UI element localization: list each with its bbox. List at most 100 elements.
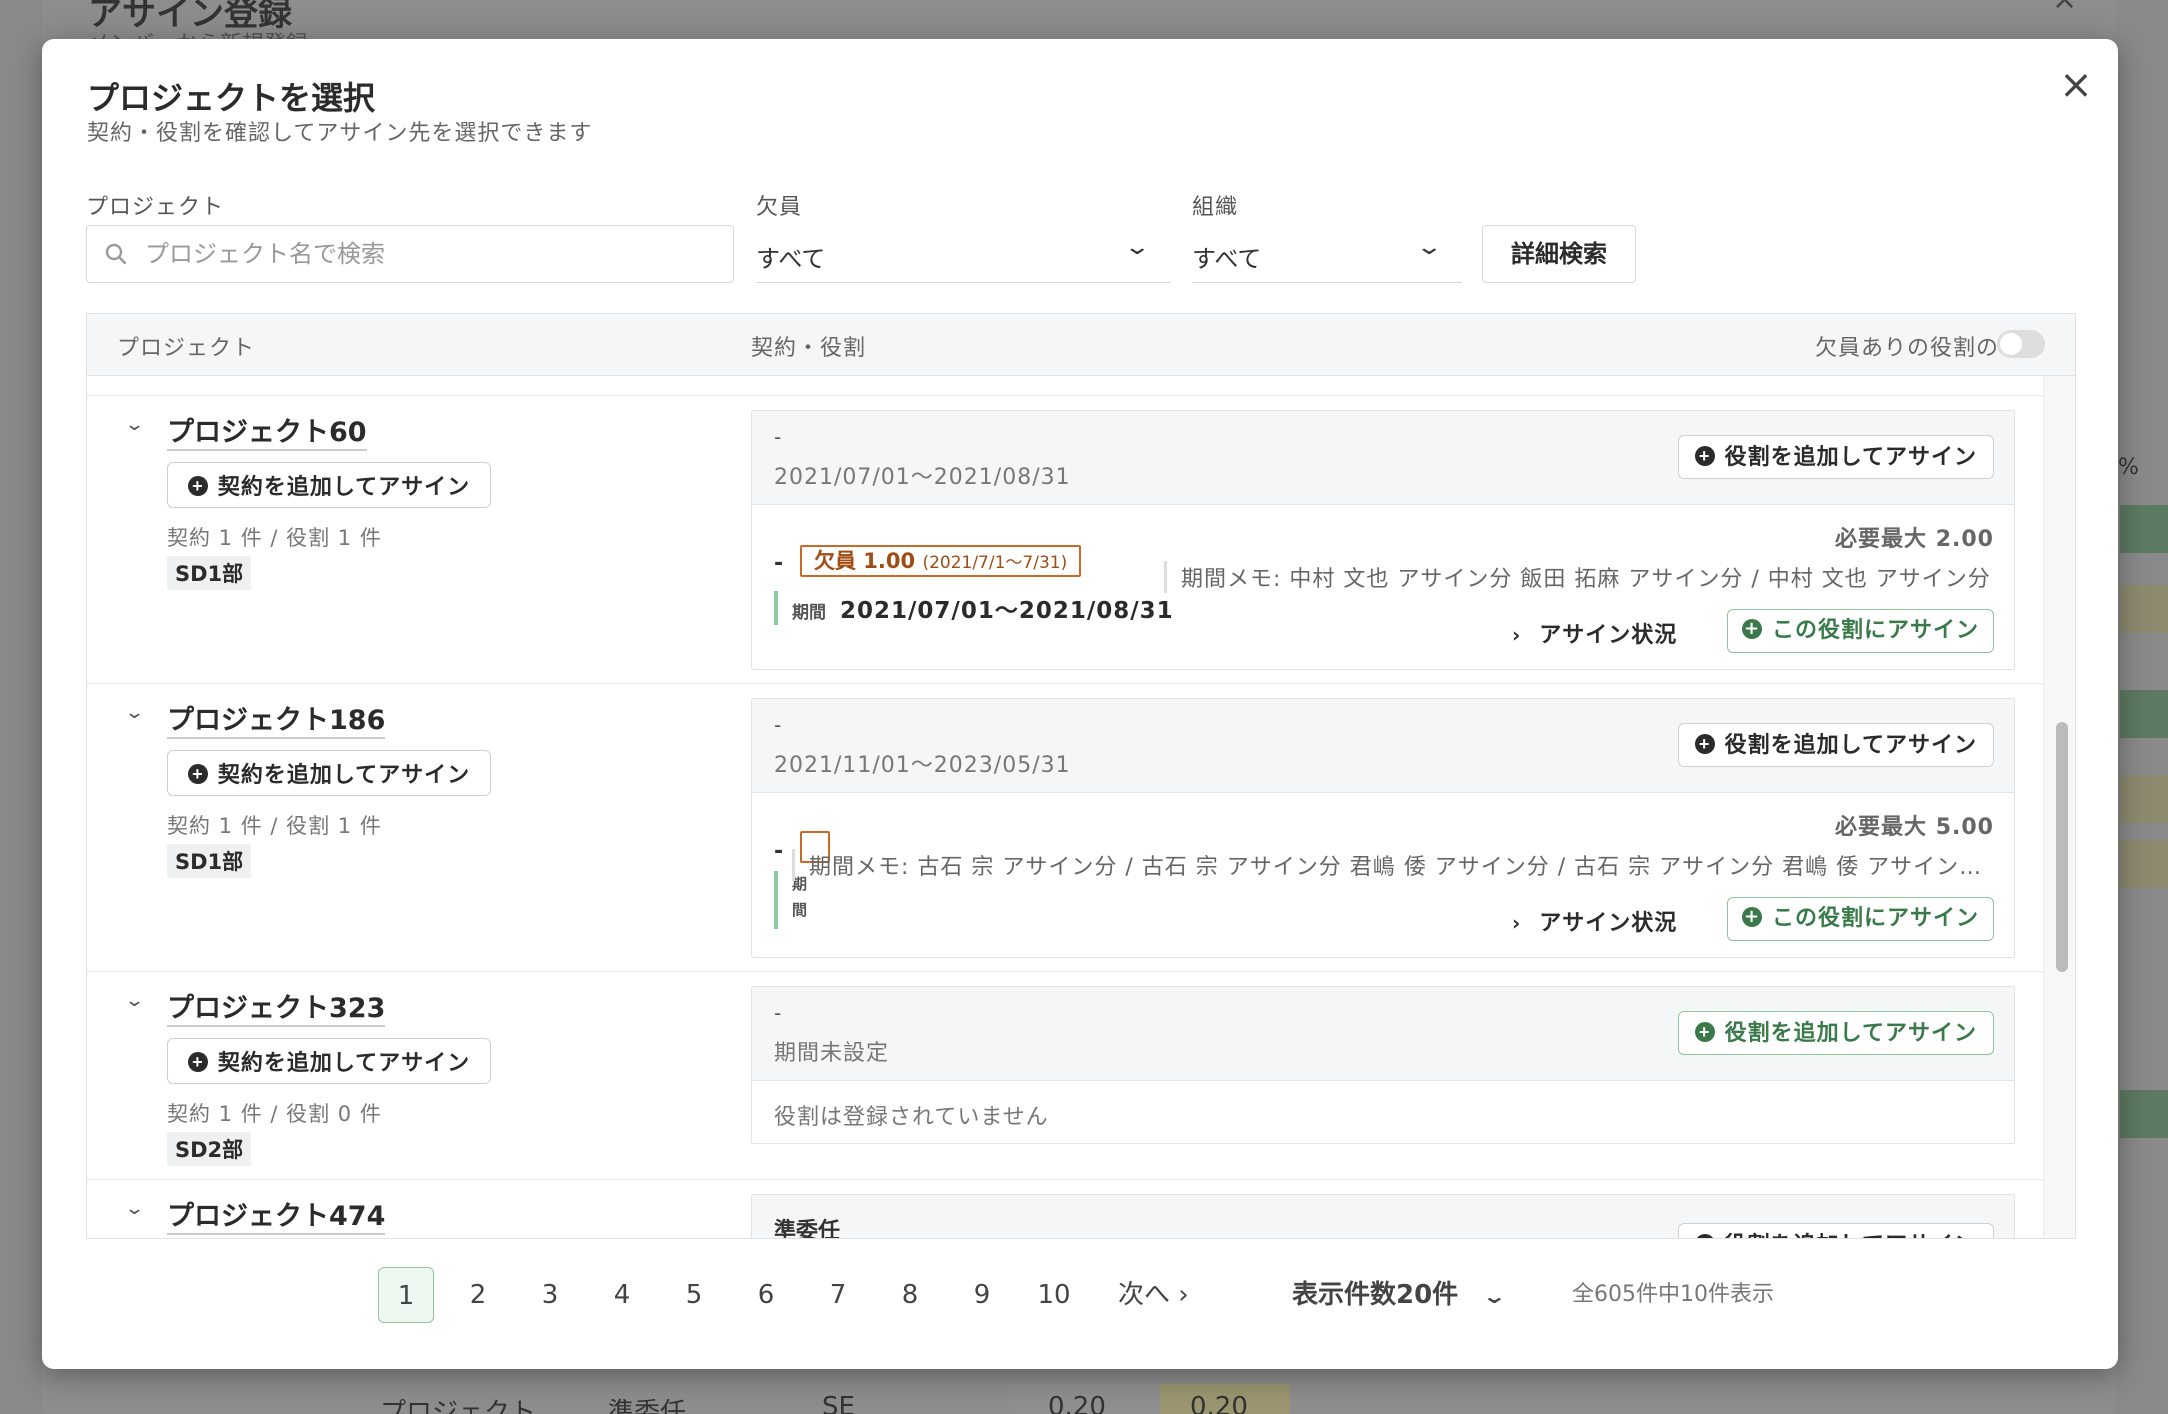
page-button-6[interactable]: 6 — [738, 1267, 794, 1323]
shortage-value: 欠員 1.00 — [814, 549, 916, 573]
org-select-value: すべて — [1192, 245, 1262, 273]
modal-title: プロジェクトを選択 — [87, 79, 376, 117]
contract-period: 2021/07/01〜2021/08/31 — [774, 465, 1071, 490]
page-button-1[interactable]: 1 — [378, 1267, 434, 1323]
background-row-type: SE — [822, 1392, 855, 1414]
project-name-link[interactable]: プロジェクト186 — [167, 698, 386, 739]
scrollbar[interactable] — [2043, 376, 2075, 1238]
total-count: 全605件中10件表示 — [1572, 1282, 1774, 1307]
project-table: プロジェクト 契約・役割 欠員ありの役割のみ ⌄ プロジェクト60 + 契約を追加… — [86, 313, 2076, 1239]
project-name-link[interactable]: プロジェクト474 — [167, 1194, 386, 1235]
contract-title: - — [774, 1001, 782, 1025]
background-row-band — [2120, 690, 2168, 738]
shortage-badge: 欠員 1.00 (2021/7/1〜7/31) — [800, 545, 1082, 577]
org-badge: SD1部 — [167, 556, 252, 590]
chevron-right-icon: › — [1512, 623, 1522, 647]
add-role-label: 役割を追加してアサイン — [1725, 1232, 1977, 1238]
plus-circle-icon: + — [187, 1052, 208, 1073]
contract-card-header: - 2021/07/01〜2021/08/31 + 役割を追加してアサイン — [752, 411, 2014, 505]
background-row-band — [2120, 840, 2168, 888]
next-page-button[interactable]: 次へ › — [1118, 1267, 1189, 1323]
project-name-link[interactable]: プロジェクト60 — [167, 410, 367, 451]
assign-to-role-button[interactable]: + この役割にアサイン — [1726, 897, 1994, 941]
add-role-button[interactable]: + 役割を追加してアサイン — [1677, 1223, 1994, 1238]
assign-to-role-button[interactable]: + この役割にアサイン — [1726, 609, 1994, 653]
scrollbar-thumb[interactable] — [2056, 722, 2068, 972]
chevron-down-icon: ⌄ — [1122, 235, 1151, 260]
page-button-9[interactable]: 9 — [954, 1267, 1010, 1323]
add-role-button[interactable]: + 役割を追加してアサイン — [1677, 1011, 1994, 1055]
add-contract-button[interactable]: + 契約を追加してアサイン — [167, 1038, 491, 1084]
page-button-7[interactable]: 7 — [810, 1267, 866, 1323]
shortage-range: (2021/7/1〜7/31) — [922, 553, 1068, 573]
add-role-button[interactable]: + 役割を追加してアサイン — [1677, 435, 1994, 479]
contract-card: - 期間未設定 + 役割を追加してアサイン 役割は登録されていません — [751, 986, 2015, 1144]
page-button-5[interactable]: 5 — [666, 1267, 722, 1323]
add-contract-button[interactable]: + 契約を追加してアサイン — [167, 750, 491, 796]
vacancy-filter-label: 欠員 — [756, 195, 803, 220]
no-role-message: 役割は登録されていません — [774, 1105, 1049, 1130]
plus-circle-icon: + — [1694, 446, 1715, 467]
need-max: 必要最大 5.00 — [1835, 815, 1994, 840]
plus-circle-icon: + — [187, 476, 208, 497]
per-page-select[interactable]: 表示件数20件 ⌄ — [1292, 1267, 1507, 1324]
background-row-band — [2120, 1090, 2168, 1138]
chevron-down-icon: ⌄ — [1481, 1284, 1508, 1308]
column-header-contract: 契約・役割 — [751, 336, 867, 361]
assign-status-toggle[interactable]: › アサイン状況 — [1512, 617, 1677, 649]
contract-card-header: - 期間未設定 + 役割を追加してアサイン — [752, 987, 2014, 1081]
chevron-down-icon[interactable]: ⌄ — [124, 990, 145, 1011]
add-contract-label: 契約を追加してアサイン — [217, 474, 471, 499]
page-button-8[interactable]: 8 — [882, 1267, 938, 1323]
contract-card: - 2021/07/01〜2021/08/31 + 役割を追加してアサイン - 欠… — [751, 410, 2015, 670]
vacancy-only-toggle[interactable] — [1997, 330, 2045, 358]
need-max: 必要最大 2.00 — [1835, 527, 1994, 552]
chevron-down-icon[interactable]: ⌄ — [124, 414, 145, 435]
vacancy-select[interactable]: すべて ⌄ — [756, 225, 1170, 283]
project-counts: 契約 1 件 / 役割 1 件 — [167, 814, 382, 838]
chevron-down-icon: ⌄ — [1414, 235, 1443, 260]
chevron-down-icon[interactable]: ⌄ — [124, 1198, 145, 1219]
period-memo: 期間メモ: 中村 文也 アサイン分 飯田 拓麻 アサイン分 / 中村 文也 アサ… — [1164, 561, 1994, 593]
contract-card: - 2021/11/01〜2023/05/31 + 役割を追加してアサイン - 期… — [751, 698, 2015, 958]
project-name-link[interactable]: プロジェクト323 — [167, 986, 386, 1027]
chevron-down-icon[interactable]: ⌄ — [124, 702, 145, 723]
contract-card-header: - 2021/11/01〜2023/05/31 + 役割を追加してアサイン — [752, 699, 2014, 793]
period-memo: 期間メモ: 古石 宗 アサイン分 / 古石 宗 アサイン分 君嶋 倭 アサイン分… — [792, 849, 1994, 881]
table-header: プロジェクト 契約・役割 欠員ありの役割のみ — [87, 314, 2075, 376]
plus-circle-icon: + — [1741, 618, 1762, 639]
page-button-10[interactable]: 10 — [1026, 1267, 1082, 1323]
project-counts: 契約 1 件 / 役割 1 件 — [167, 526, 382, 550]
background-row-val1: 0.20 — [1048, 1392, 1106, 1414]
page-button-3[interactable]: 3 — [522, 1267, 578, 1323]
plus-circle-icon: + — [1694, 1022, 1715, 1043]
per-page-value: 表示件数20件 — [1292, 1280, 1459, 1310]
add-role-label: 役割を追加してアサイン — [1724, 732, 1977, 757]
vacancy-only-toggle-label: 欠員ありの役割のみ — [1815, 336, 2023, 361]
page-button-2[interactable]: 2 — [450, 1267, 506, 1323]
assign-status-label: アサイン状況 — [1539, 911, 1678, 936]
contract-title: - — [774, 425, 782, 449]
plus-circle-icon: + — [1741, 906, 1762, 927]
org-select[interactable]: すべて ⌄ — [1192, 225, 1462, 283]
table-row: ⌄ プロジェクト323 + 契約を追加してアサイン 契約 1 件 / 役割 0 件… — [87, 972, 2043, 1180]
table-row: ⌄ プロジェクト186 + 契約を追加してアサイン 契約 1 件 / 役割 1 件… — [87, 684, 2043, 972]
page-button-4[interactable]: 4 — [594, 1267, 650, 1323]
add-contract-button[interactable]: + 契約を追加してアサイン — [167, 462, 491, 508]
background-row-band — [2120, 505, 2168, 553]
add-role-button[interactable]: + 役割を追加してアサイン — [1677, 723, 1994, 767]
background-row-label: プロジェクト… — [380, 1398, 563, 1414]
role-period-value: 2021/07/01〜2021/08/31 — [840, 598, 1174, 624]
project-search-input[interactable] — [145, 234, 715, 274]
project-counts: 契約 1 件 / 役割 0 件 — [167, 1102, 382, 1126]
role-period: 期間 2021/07/01〜2021/08/31 — [774, 591, 1174, 625]
org-filter-label: 組織 — [1192, 195, 1239, 220]
advanced-search-button[interactable]: 詳細検索 — [1482, 225, 1636, 283]
contract-period: 2021/11/01〜2023/05/31 — [774, 753, 1071, 778]
background-close-icon: × — [2052, 0, 2077, 17]
close-icon[interactable]: × — [2052, 61, 2100, 109]
role-title: - — [774, 839, 784, 864]
contract-card: 準委任 + 役割を追加してアサイン — [751, 1194, 2015, 1238]
assign-status-toggle[interactable]: › アサイン状況 — [1512, 905, 1677, 937]
add-contract-label: 契約を追加してアサイン — [217, 1050, 471, 1075]
